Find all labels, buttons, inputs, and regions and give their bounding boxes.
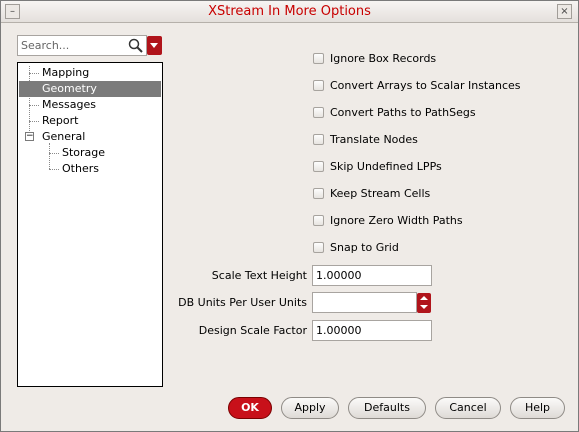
- option-label: Convert Arrays to Scalar Instances: [330, 79, 521, 92]
- tree-item-label: Geometry: [42, 82, 97, 95]
- category-tree: Mapping Geometry Messages Report − Gener…: [17, 62, 163, 387]
- tree-item-storage[interactable]: Storage: [19, 145, 161, 161]
- search-placeholder: Search...: [21, 39, 70, 52]
- tree-item-geometry[interactable]: Geometry: [19, 81, 161, 97]
- option-label: Translate Nodes: [330, 133, 418, 146]
- title-bar[interactable]: – XStream In More Options ×: [1, 1, 578, 23]
- checkbox[interactable]: [313, 107, 324, 118]
- chevron-up-icon[interactable]: [420, 296, 428, 300]
- design-scale-factor-field[interactable]: 1.00000: [312, 320, 432, 341]
- checkbox[interactable]: [313, 161, 324, 172]
- option-label: Convert Paths to PathSegs: [330, 106, 476, 119]
- scale-text-height-label: Scale Text Height: [211, 269, 307, 282]
- tree-item-label: Others: [62, 162, 99, 175]
- option-label: Skip Undefined LPPs: [330, 160, 442, 173]
- ok-button[interactable]: OK: [228, 397, 272, 419]
- close-icon[interactable]: ×: [557, 4, 572, 19]
- db-units-field[interactable]: [312, 292, 417, 313]
- checkbox[interactable]: [313, 80, 324, 91]
- tree-item-general[interactable]: − General: [19, 129, 161, 145]
- option-label: Snap to Grid: [330, 241, 399, 254]
- search-icon[interactable]: [127, 37, 144, 54]
- collapse-icon[interactable]: −: [25, 132, 34, 141]
- option-label: Ignore Zero Width Paths: [330, 214, 463, 227]
- checkbox[interactable]: [313, 242, 324, 253]
- tree-item-report[interactable]: Report: [19, 113, 161, 129]
- design-scale-factor-label: Design Scale Factor: [198, 324, 307, 337]
- tree-item-label: General: [42, 130, 86, 143]
- tree-item-label: Storage: [62, 146, 106, 159]
- tree-item-others[interactable]: Others: [19, 161, 161, 177]
- tree-item-label: Report: [42, 114, 79, 127]
- search-input[interactable]: Search...: [17, 35, 147, 56]
- tree-item-label: Messages: [42, 98, 96, 111]
- db-units-label: DB Units Per User Units: [178, 296, 307, 309]
- checkbox[interactable]: [313, 134, 324, 145]
- option-label: Keep Stream Cells: [330, 187, 431, 200]
- search-dropdown-button[interactable]: [147, 36, 162, 55]
- tree-item-label: Mapping: [42, 66, 90, 79]
- cancel-button[interactable]: Cancel: [435, 397, 501, 419]
- defaults-button[interactable]: Defaults: [348, 397, 426, 419]
- tree-item-mapping[interactable]: Mapping: [19, 65, 161, 81]
- checkbox[interactable]: [313, 215, 324, 226]
- tree-item-messages[interactable]: Messages: [19, 97, 161, 113]
- dialog-window: – XStream In More Options × Search... Ma…: [0, 0, 579, 432]
- checkbox[interactable]: [313, 188, 324, 199]
- scale-text-height-field[interactable]: 1.00000: [312, 265, 432, 286]
- checkbox[interactable]: [313, 53, 324, 64]
- db-units-stepper[interactable]: [417, 293, 431, 313]
- apply-button[interactable]: Apply: [281, 397, 339, 419]
- option-label: Ignore Box Records: [330, 52, 437, 65]
- window-title: XStream In More Options: [208, 4, 371, 19]
- chevron-down-icon[interactable]: [420, 305, 428, 309]
- help-button[interactable]: Help: [510, 397, 565, 419]
